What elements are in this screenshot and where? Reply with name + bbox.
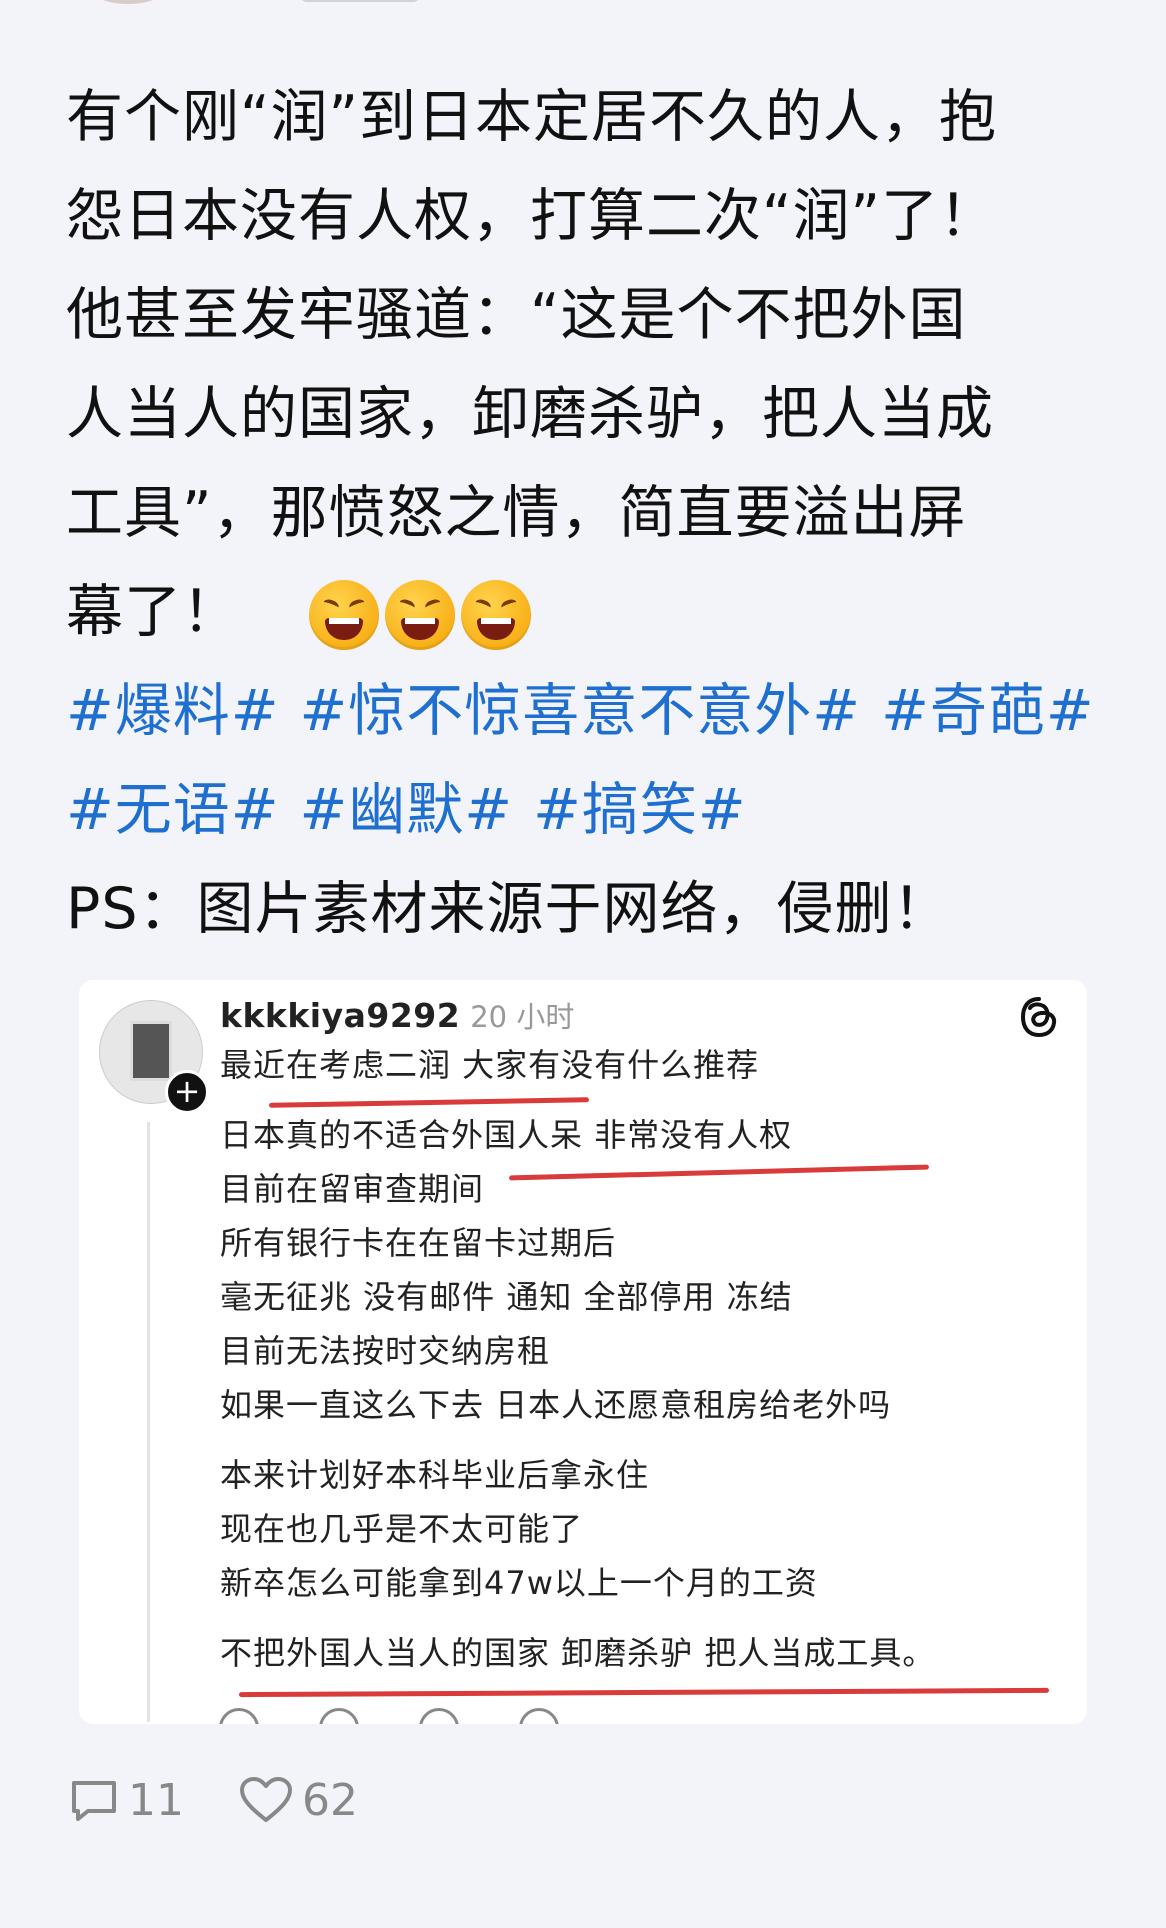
- card-line: 现在也几乎是不太可能了: [220, 1510, 584, 1548]
- comment-icon: [72, 1780, 116, 1821]
- card-line: 目前在留审查期间: [220, 1170, 485, 1208]
- card-header: kkkkiya9292 20 小时: [220, 992, 574, 1041]
- post-line: 有个刚“润”到日本定居不久的人，抱: [66, 84, 998, 150]
- heart-icon: [240, 1776, 292, 1822]
- post-line: 人当人的国家，卸磨杀驴，把人当成: [66, 381, 994, 447]
- card-line: 最近在考虑二润 大家有没有什么推荐: [220, 1046, 760, 1084]
- post-line-text: 幕了！: [66, 579, 240, 645]
- hashtag-link[interactable]: #搞笑#: [533, 777, 747, 843]
- hashtag-link[interactable]: #爆料#: [66, 678, 280, 744]
- repost-icon: [419, 1708, 459, 1724]
- post-line: 工具”，那愤怒之情，简直要溢出屏: [66, 480, 967, 546]
- ps-note: PS：图片素材来源于网络，侵删！: [66, 876, 951, 942]
- card-line: 所有银行卡在在留卡过期后: [220, 1224, 617, 1262]
- laughing-emoji-icon: [309, 580, 380, 651]
- post-line-last: 幕了！: [66, 563, 1106, 662]
- red-underline: [238, 1687, 1050, 1698]
- hashtag-link[interactable]: #惊不惊喜意不意外#: [300, 678, 862, 744]
- card-line: 毫无征兆 没有邮件 通知 全部停用 冻结: [220, 1278, 793, 1316]
- post-line: 他甚至发牢骚道：“这是个不把外国: [66, 282, 967, 348]
- card-line: 不把外国人当人的国家 卸磨杀驴 把人当成工具。: [220, 1634, 936, 1672]
- card-line: 本来计划好本科毕业后拿永住: [220, 1456, 650, 1494]
- hashtag-link[interactable]: #无语#: [66, 777, 280, 843]
- card-username: kkkkiya9292: [220, 996, 461, 1035]
- post-footer: 11 62: [68, 1775, 412, 1826]
- card-text: 最近在考虑二润 大家有没有什么推荐 日本真的不适合外国人呆 非常没有人权 目前在…: [220, 1038, 1060, 1680]
- thread-line: [147, 1122, 150, 1722]
- comment-count: 11: [128, 1775, 184, 1826]
- emoji-row: [309, 580, 532, 651]
- heart-icon: [219, 1708, 259, 1724]
- card-line: 目前无法按时交纳房租: [220, 1332, 551, 1370]
- laughing-emoji-icon: [385, 580, 456, 651]
- post-line: 怨日本没有人权，打算二次“润”了！: [66, 183, 998, 249]
- author-avatar[interactable]: [96, 0, 160, 4]
- hashtag-row: #无语# #幽默# #搞笑#: [66, 761, 1106, 860]
- hashtag-link[interactable]: #奇葩#: [881, 678, 1095, 744]
- post-body: 有个刚“润”到日本定居不久的人，抱 怨日本没有人权，打算二次“润”了！ 他甚至发…: [66, 68, 1106, 959]
- laughing-emoji-icon: [461, 580, 532, 651]
- card-timestamp: 20 小时: [470, 1000, 575, 1034]
- card-actions-cropped: [219, 1708, 819, 1724]
- threads-icon: [1020, 997, 1057, 1038]
- author-name[interactable]: [300, 0, 420, 2]
- comment-icon: [319, 1708, 359, 1724]
- card-line: 新卒怎么可能拿到47w以上一个月的工资: [220, 1564, 818, 1602]
- follow-plus-icon: +: [165, 1070, 209, 1114]
- hashtag-link[interactable]: #幽默#: [300, 777, 514, 843]
- share-icon: [519, 1708, 559, 1724]
- hashtag-row: #爆料# #惊不惊喜意不意外# #奇葩#: [66, 662, 1106, 761]
- comment-button[interactable]: 11: [68, 1775, 184, 1826]
- like-button[interactable]: 62: [238, 1775, 358, 1826]
- card-line: 日本真的不适合外国人呆 非常没有人权: [220, 1116, 793, 1154]
- embedded-screenshot-card[interactable]: + kkkkiya9292 20 小时 最近在考虑二润 大家有没有什么推荐 日本真…: [79, 980, 1087, 1724]
- card-line: 如果一直这么下去 日本人还愿意租房给老外吗: [220, 1386, 892, 1424]
- like-count: 62: [302, 1775, 358, 1826]
